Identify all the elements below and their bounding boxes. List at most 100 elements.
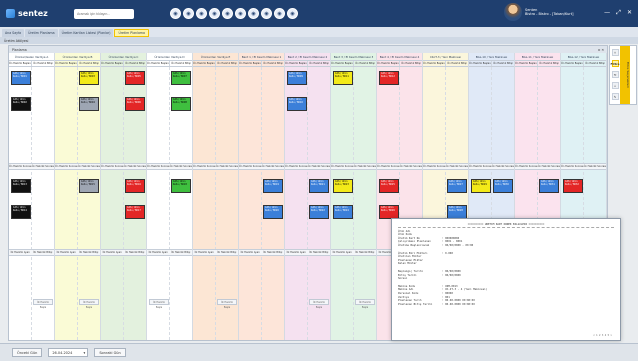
production-card[interactable]: CAS / Ürün Kodu / 8028 <box>447 205 467 219</box>
column-header: CK-IT-3 / Yeni Makinesi <box>423 53 468 61</box>
subheader-label: Ön Hazırlık Başlangıcı <box>469 62 491 65</box>
column-header: Bant 2 / El Kesim Makinesi 2 <box>285 53 330 61</box>
section-label: İlk Hazırlık Bitişi <box>33 251 53 254</box>
subheader-label: Ön Hazırlık Başlangıcı <box>561 62 583 65</box>
production-card[interactable]: CAS / Ürün Kodu / 8026 <box>379 205 399 219</box>
column-header: BGL-11 / Yeni Makinesi <box>515 53 560 61</box>
section-first-prep-header: İlk Hazırlık Ayarıİlk Hazırlık Bitişi <box>193 249 238 256</box>
column-header: Ürünlerden Vardiya D <box>147 53 192 61</box>
side-down-button[interactable]: ↓ <box>611 82 619 89</box>
production-card[interactable]: CAS / Ürün Kodu / 8027 <box>447 179 467 193</box>
quick-access-icon[interactable]: ◉ <box>222 8 233 19</box>
production-card[interactable]: CAS / Ürün Kodu / 8009 <box>287 71 307 85</box>
search-input[interactable] <box>74 9 134 19</box>
production-card[interactable]: CAS / Ürün Kodu / 8031 <box>539 179 559 193</box>
panel-controls[interactable]: ≡ ✕ <box>598 48 604 52</box>
production-card[interactable]: CAS / Ürün Kodu / 8022 <box>309 205 329 219</box>
date-select[interactable]: 26.04.2024 ▾ <box>48 348 89 357</box>
user-info[interactable]: Senten Bistro - Bistro - [Taban/Kurt] <box>504 3 573 21</box>
quick-access-icon[interactable]: ◉ <box>209 8 220 19</box>
quick-access-icon[interactable]: ◉ <box>261 8 272 19</box>
section-first-prep-header: İlk Hazırlık Ayarıİlk Hazırlık Bitişi <box>285 249 330 256</box>
production-card[interactable]: CAS / Ürün Kodu / 8003 <box>79 71 99 85</box>
subheader-label: Ön Hazırlık Bitişi <box>261 61 284 66</box>
production-card[interactable]: CAS / Ürün Kodu / 8019 <box>263 179 283 193</box>
production-card[interactable]: CAS / Ürün Kodu / 8001 <box>11 71 31 85</box>
production-card[interactable]: CAS / Ürün Kodu / 8014 <box>11 205 31 219</box>
production-card[interactable]: CAS / Ürün Kodu / 8020 <box>263 205 283 219</box>
production-card[interactable]: CAS / Ürün Kodu / 8006 <box>125 97 145 111</box>
tab-production-planning[interactable]: Üretim Planlama <box>25 29 58 37</box>
production-card[interactable]: CAS / Ürün Kodu / 8008 <box>171 97 191 111</box>
production-card[interactable]: CAS / Ürün Kodu / 8015 <box>79 179 99 193</box>
production-card[interactable]: CAS / Ürün Kodu / 8021 <box>309 179 329 193</box>
quick-access-icon[interactable]: ◉ <box>287 8 298 19</box>
side-filter-button[interactable]: Filtre <box>610 60 620 67</box>
panel-header: Planlama ≡ ✕ <box>9 46 607 53</box>
previous-day-button[interactable]: Önceki Gün <box>12 348 43 357</box>
production-card[interactable]: CAS / Ürün Kodu / 8007 <box>171 71 191 85</box>
production-card[interactable]: CAS / Ürün Kodu / 8017 <box>125 205 145 219</box>
filter-options-tab[interactable]: Filtre Seçenekleri <box>620 46 630 104</box>
avatar[interactable] <box>504 3 522 21</box>
prep-slot[interactable]: İlk Hazırlık Başla <box>217 299 237 309</box>
tab-production-cards[interactable]: Üretim Kartları Listesi (Planlar) <box>58 29 114 37</box>
top-bar: sentez ◉◉◉◉◉◉◉◉◉◉ Senten Bistro - Bistro… <box>0 0 638 27</box>
quick-access-icon[interactable]: ◉ <box>183 8 194 19</box>
subheader-label: Ön Hazırlık Bitişi <box>491 61 514 66</box>
section-post-prep-header: Ön Hazırlık Sonrası Ön Hazırlık Sonrası <box>515 163 560 170</box>
column-header: Ürünlerden Vardiya B <box>55 53 100 61</box>
production-card[interactable]: CAS / Ürün Kodu / 8011 <box>333 71 353 85</box>
section-first-prep-header: İlk Hazırlık Ayarıİlk Hazırlık Bitişi <box>331 249 376 256</box>
tab-production-planning-active[interactable]: Üretim Planlama <box>114 29 149 37</box>
window-controls: — ⤢ ✕ <box>604 9 632 17</box>
production-card[interactable]: CAS / Ürün Kodu / 8010 <box>287 97 307 111</box>
prep-slot[interactable]: İlk Hazırlık Başla <box>309 299 329 309</box>
section-label: Ön Hazırlık Sonrası <box>31 165 55 168</box>
section-post-prep-header: Ön Hazırlık Sonrası Ön Hazırlık Sonrası <box>423 163 468 170</box>
side-edit-button[interactable]: ✎ <box>611 93 619 100</box>
production-card[interactable]: CAS / Ürün Kodu / 8023 <box>333 179 353 193</box>
quick-access-icon[interactable]: ◉ <box>248 8 259 19</box>
app-logo[interactable]: sentez <box>6 7 50 21</box>
side-refresh-button[interactable]: ⟲ <box>611 71 619 78</box>
prep-slot[interactable]: İlk Hazırlık Başla <box>79 299 99 309</box>
section-label: Ön Hazırlık Sonrası <box>515 165 538 168</box>
popup-pager[interactable]: < 1 2 3 4 5 > <box>593 334 612 338</box>
production-card[interactable]: CAS / Ürün Kodu / 8029 <box>471 179 491 193</box>
popup-key: Süresi <box>398 277 408 281</box>
production-card[interactable]: CAS / Ürün Kodu / 8024 <box>333 205 353 219</box>
production-card[interactable]: CAS / Ürün Kodu / 8004 <box>79 97 99 111</box>
section-post-prep-header: Ön Hazırlık Sonrası Ön Hazırlık Sonrası <box>561 163 606 170</box>
section-post-prep-header: Ön Hazırlık Sonrası Ön Hazırlık Sonrası <box>285 163 330 170</box>
production-card[interactable]: CAS / Ürün Kodu / 8025 <box>379 179 399 193</box>
quick-access-icon[interactable]: ◉ <box>274 8 285 19</box>
popup-row: Planlanan Bitiş Tarihi: 00.00.0000 00:00… <box>398 303 614 307</box>
column-header: Ürünlerden Vardiya E <box>193 53 238 61</box>
production-card[interactable]: CAS / Ürün Kodu / 8002 <box>11 97 31 111</box>
close-icon[interactable]: ✕ <box>627 9 632 17</box>
tab-home[interactable]: Ana Sayfa <box>2 29 25 37</box>
production-card[interactable]: CAS / Ürün Kodu / 8032 <box>563 179 583 193</box>
section-label: Ön Hazırlık Sonrası <box>239 165 262 168</box>
quick-access-icon[interactable]: ◉ <box>235 8 246 19</box>
production-card[interactable]: CAS / Ürün Kodu / 8016 <box>125 179 145 193</box>
minimize-icon[interactable]: — <box>604 9 610 17</box>
prep-slot[interactable]: İlk Hazırlık Başla <box>149 299 169 309</box>
production-card[interactable]: CAS / Ürün Kodu / 8012 <box>379 71 399 85</box>
popup-value: : 00.00.0000 00:00:00 <box>442 302 475 306</box>
section-label: Ön Hazırlık Sonrası <box>55 165 78 168</box>
prep-slot[interactable]: İlk Hazırlık Başla <box>33 299 53 309</box>
next-day-button[interactable]: Sonraki Gün <box>94 348 126 357</box>
production-card[interactable]: CAS / Ürün Kodu / 8005 <box>125 71 145 85</box>
production-card[interactable]: CAS / Ürün Kodu / 8030 <box>493 179 513 193</box>
side-up-button[interactable]: ↑ <box>611 49 619 56</box>
production-card[interactable]: CAS / Ürün Kodu / 8013 <box>11 179 31 193</box>
quick-access-icon[interactable]: ◉ <box>196 8 207 19</box>
prep-slot[interactable]: İlk Hazırlık Başla <box>355 299 375 309</box>
date-select-value: 26.04.2024 <box>52 350 73 355</box>
maximize-icon[interactable]: ⤢ <box>616 9 621 17</box>
production-card[interactable]: CAS / Ürün Kodu / 8018 <box>171 179 191 193</box>
quick-access-icon[interactable]: ◉ <box>170 8 181 19</box>
machine-column: Ürünlerden Vardiya EÖn Hazırlık Başlangı… <box>193 53 239 340</box>
